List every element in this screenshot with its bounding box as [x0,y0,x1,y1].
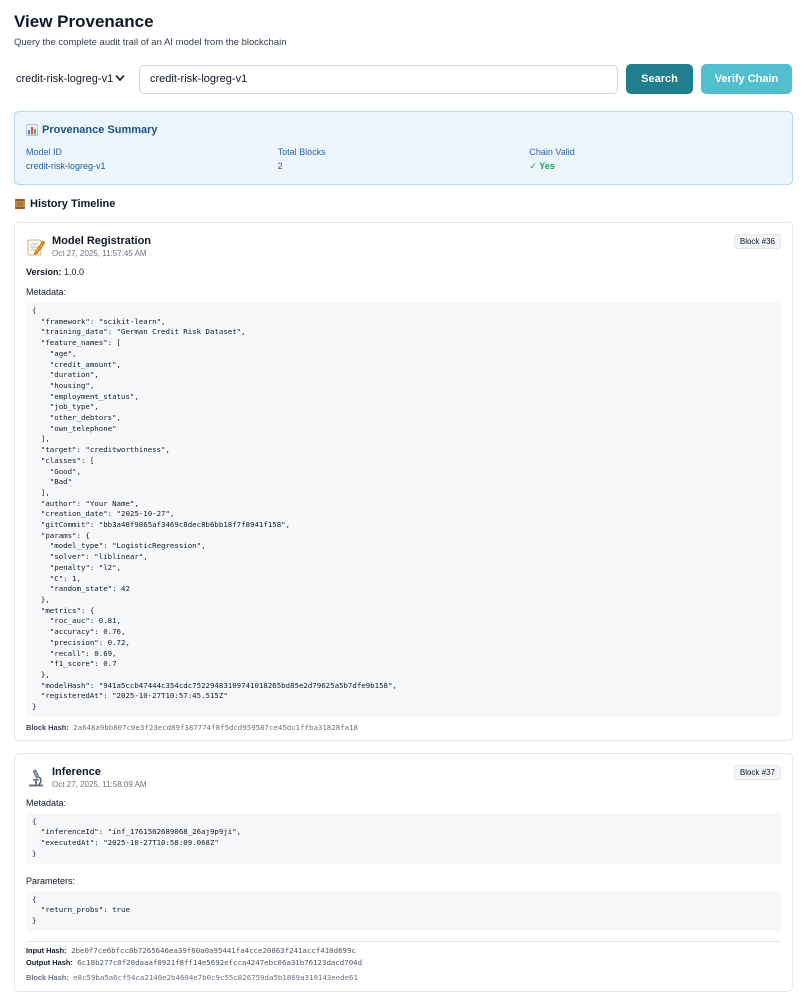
event-header: Model Registration Oct 27, 2025, 11:57:4… [26,234,781,258]
input-hash-row: Input Hash: 2be0f7ce6bfcc8b7265646ea39f6… [26,946,781,956]
event-header: Inference Oct 27, 2025, 11:58:09 AM Bloc… [26,764,781,789]
search-button[interactable]: Search [626,64,693,94]
history-timeline-text: History Timeline [30,198,116,210]
provenance-page: View Provenance Query the complete audit… [0,0,807,992]
output-hash-value: 6c18b277c0f20daaaf0921f8ff14e5692efcca42… [77,957,363,967]
timeline-event-model-registration: Model Registration Oct 27, 2025, 11:57:4… [14,222,793,741]
model-id-value: credit-risk-logreg-v1 [26,161,106,171]
parameters-json: { "return_probs": true } [26,890,781,931]
history-timeline-title: History Timeline [14,198,793,210]
block-hash-label: Block Hash: [26,722,69,732]
summary-grid: Model ID credit-risk-logreg-v1 Total Blo… [26,147,781,172]
model-id-label: Model ID [26,147,63,157]
summary-title-text: Provenance Summary [42,124,158,136]
verify-chain-button[interactable]: Verify Chain [701,64,792,94]
parameters-label: Parameters: [26,875,76,886]
metadata-json: { "inferenceId": "inf_1761562689068_26aj… [26,812,781,864]
output-hash-label: Output Hash: [26,957,73,967]
block-number-badge: Block #36 [733,234,781,249]
input-hash-value: 2be0f7ce6bfcc8b7265646ea39f60a0a95441fa4… [71,945,356,955]
block-hash-value: 2a648a9bb807c0e3f23ecd89f387774f8f5dcd95… [73,722,358,732]
chain-valid-value: ✓ Yes [529,161,555,171]
event-timestamp: Oct 27, 2025, 11:58:09 AM [52,779,147,789]
event-header-left: Model Registration Oct 27, 2025, 11:57:4… [26,234,151,258]
page-subtitle: Query the complete audit trail of an AI … [14,37,287,48]
version-value: 1.0.0 [64,267,85,277]
chevron-down-icon [115,74,125,85]
model-select-value: credit-risk-logreg-v1 [16,73,114,85]
event-header-left: Inference Oct 27, 2025, 11:58:09 AM [26,765,147,789]
block-hash-value: e8c59ba5a6cf54ca2140e2b4694e7b0c9c55c826… [73,972,358,982]
block-hash-row: Block Hash: 2a648a9bb807c0e3f23ecd89f387… [26,723,781,732]
microscope-icon [26,768,46,788]
summary-title: Provenance Summary [26,124,781,136]
event-title: Inference [52,765,101,778]
metadata-label: Metadata: [26,287,67,297]
provenance-summary: Provenance Summary Model ID credit-risk-… [14,111,793,185]
total-blocks-label: Total Blocks [277,147,326,157]
memo-icon [26,237,46,257]
metadata-label: Metadata: [26,797,67,808]
event-title-block: Model Registration Oct 27, 2025, 11:57:4… [52,234,151,258]
metadata-json: { "framework": "scikit-learn", "training… [26,302,781,717]
page-title: View Provenance [14,12,154,31]
block-number-badge: Block #37 [733,764,781,780]
output-hash-row: Output Hash: 6c18b277c0f20daaaf0921f8ff1… [26,958,781,968]
model-select[interactable]: credit-risk-logreg-v1 [14,73,130,85]
total-blocks-value: 2 [277,161,283,171]
scroll-icon [14,198,26,210]
chain-valid-label: Chain Valid [529,147,575,157]
summary-chain-valid: Chain Valid ✓ Yes [529,147,781,172]
summary-model-id: Model ID credit-risk-logreg-v1 [26,147,278,172]
version-label: Version: [26,267,62,277]
search-row: credit-risk-logreg-v1 credit-risk-logreg… [14,64,793,94]
model-id-input[interactable]: credit-risk-logreg-v1 [139,64,618,94]
timeline-event-inference: Inference Oct 27, 2025, 11:58:09 AM Bloc… [14,752,793,992]
bar-chart-icon [26,124,38,136]
input-hash-label: Input Hash: [26,945,67,955]
hash-section: Input Hash: 2be0f7ce6bfcc8b7265646ea39f6… [26,940,781,983]
block-hash-label: Block Hash: [26,972,69,982]
event-timestamp: Oct 27, 2025, 11:57:45 AM [52,249,147,258]
summary-total-blocks: Total Blocks 2 [278,147,530,172]
version-row: Version: 1.0.0 [26,267,781,277]
event-title-block: Inference Oct 27, 2025, 11:58:09 AM [52,765,147,789]
event-title: Model Registration [52,235,152,247]
block-hash-row: Block Hash: e8c59ba5a6cf54ca2140e2b4694e… [26,973,781,983]
